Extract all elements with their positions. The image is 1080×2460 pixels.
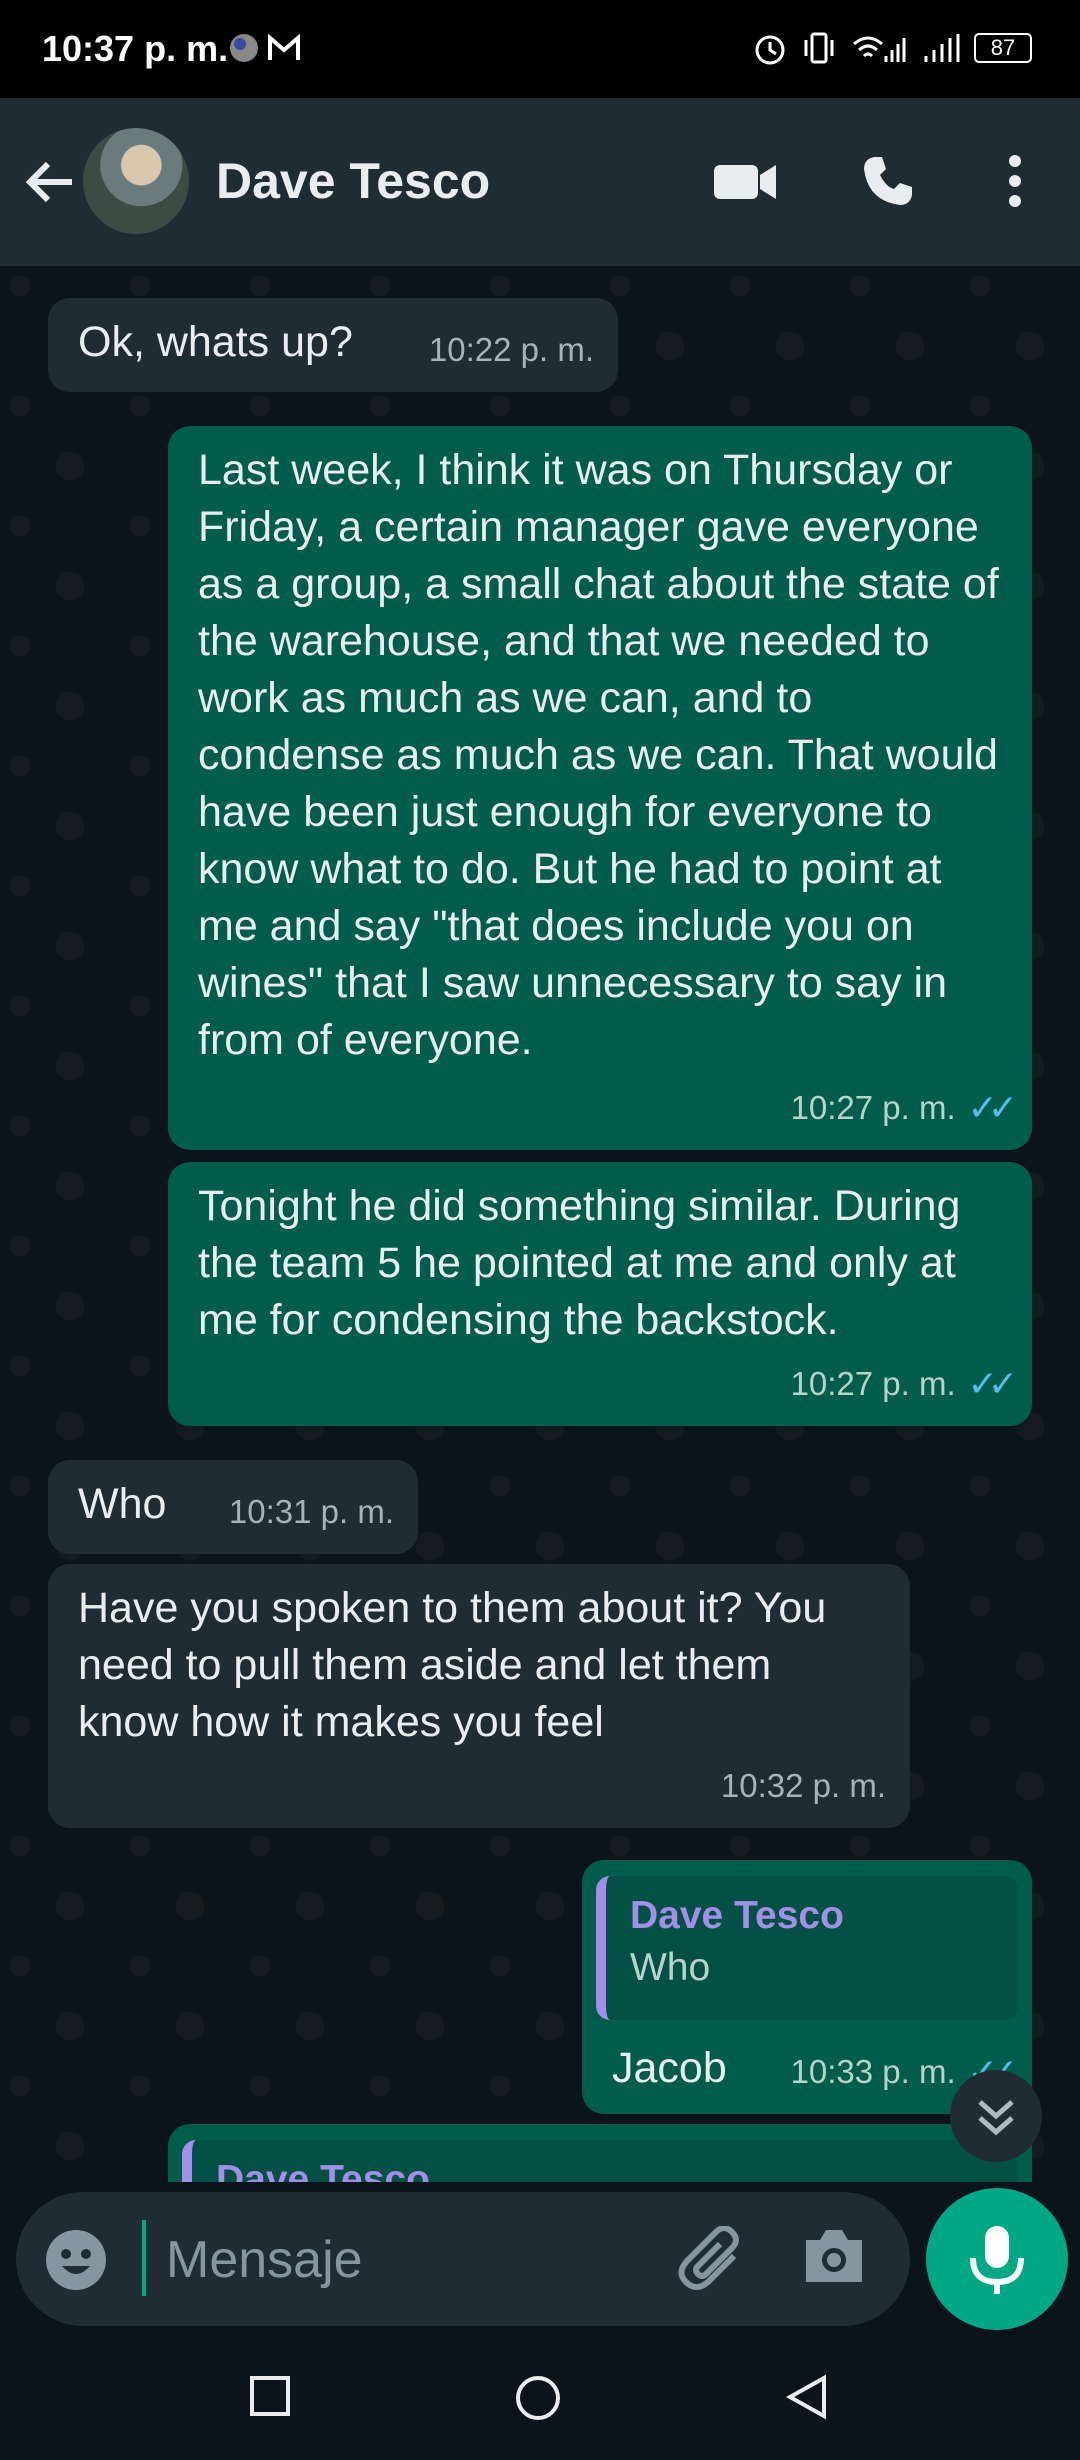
quoted-sender: Dave Tesco — [630, 1894, 844, 1937]
video-call-icon[interactable] — [712, 153, 778, 214]
microphone-icon — [970, 2226, 1024, 2294]
quoted-text: Who — [630, 1946, 711, 1989]
message-bubble-incoming[interactable]: Ok, whats up? 10:22 p. m. — [48, 298, 618, 392]
chat-header: Dave Tesco — [0, 98, 1080, 266]
message-text: Tonight he did something similar. During… — [198, 1182, 961, 1344]
scroll-to-bottom-button[interactable] — [950, 2070, 1042, 2162]
status-bar: 10:37 p. m. 87 — [0, 0, 1080, 98]
voice-call-icon[interactable] — [860, 153, 916, 214]
message-text: Jacob — [612, 2044, 727, 2092]
message-bubble-outgoing[interactable]: Last week, I think it was on Thursday or… — [168, 426, 1032, 1150]
message-time: 10:27 p. m. — [790, 1365, 956, 1402]
message-text: Who — [78, 1480, 167, 1528]
message-bubble-incoming[interactable]: Who 10:31 p. m. — [48, 1460, 418, 1554]
message-text: Have you spoken to them about it? You ne… — [78, 1584, 827, 1746]
message-bubble-outgoing[interactable]: Tonight he did something similar. During… — [168, 1162, 1032, 1426]
text-caret — [142, 2220, 146, 2296]
more-options-icon[interactable] — [1000, 153, 1030, 214]
status-system-icons: 87 — [752, 30, 1032, 66]
message-text: Last week, I think it was on Thursday or… — [198, 446, 999, 1064]
voice-message-button[interactable] — [926, 2188, 1068, 2330]
quoted-sender: Dave Tesco — [216, 2158, 430, 2182]
read-receipt-icon: ✓✓ — [967, 1087, 1018, 1128]
message-input[interactable] — [164, 2218, 668, 2302]
quoted-message[interactable]: Dave Tesco — [182, 2140, 1018, 2182]
globe-and-gmail-icon — [230, 33, 300, 62]
message-time: 10:22 p. m. — [428, 331, 594, 368]
recent-apps-icon[interactable] — [248, 2374, 292, 2423]
alarm-icon — [755, 35, 785, 65]
status-time: 10:37 p. m. — [42, 28, 229, 69]
message-time: 10:27 p. m. — [790, 1089, 956, 1126]
home-icon[interactable] — [514, 2374, 562, 2427]
status-notification-icons — [226, 30, 316, 71]
emoji-icon[interactable] — [44, 2228, 108, 2297]
message-composer — [16, 2192, 910, 2326]
double-chevron-down-icon — [978, 2100, 1014, 2136]
back-arrow-icon[interactable] — [22, 154, 78, 215]
quoted-message[interactable]: Dave Tesco Who — [596, 1876, 1018, 2020]
message-bubble-incoming[interactable]: Have you spoken to them about it? You ne… — [48, 1564, 910, 1828]
attach-icon[interactable] — [676, 2225, 746, 2297]
vibrate-icon — [804, 32, 834, 64]
contact-avatar[interactable] — [83, 128, 189, 234]
read-receipt-icon: ✓✓ — [967, 1363, 1018, 1404]
chat-messages[interactable]: Ok, whats up? 10:22 p. m. Last week, I t… — [0, 266, 1080, 2182]
message-text: Ok, whats up? — [78, 318, 353, 366]
wifi-signal-icon — [853, 36, 906, 62]
cell-signal-icon — [924, 34, 960, 62]
back-nav-icon[interactable] — [784, 2374, 830, 2425]
message-bubble-outgoing-reply[interactable]: Dave Tesco — [168, 2124, 1032, 2182]
contact-name[interactable]: Dave Tesco — [216, 152, 490, 210]
message-time: 10:31 p. m. — [228, 1493, 394, 1530]
system-navigation-bar — [0, 2346, 1080, 2460]
camera-icon[interactable] — [802, 2226, 866, 2291]
message-time: 10:32 p. m. — [720, 1767, 886, 1804]
message-time: 10:33 p. m. — [790, 2053, 956, 2090]
battery-indicator: 87 — [974, 33, 1032, 63]
